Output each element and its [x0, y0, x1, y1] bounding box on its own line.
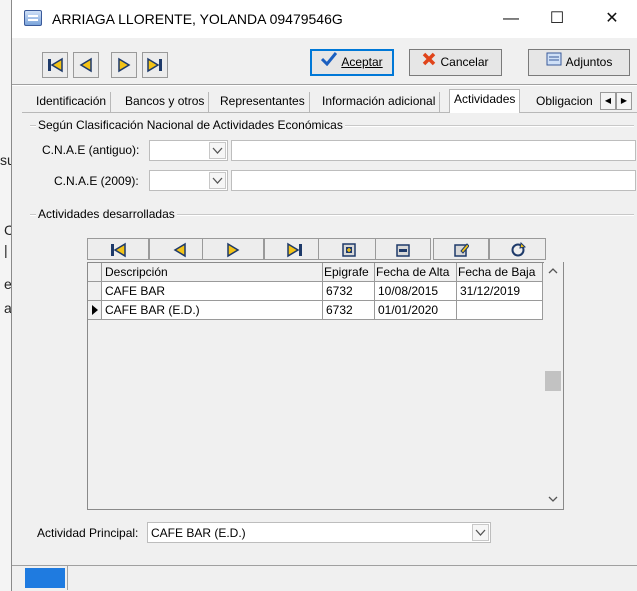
cnae-old-label: C.N.A.E (antiguo): [42, 143, 140, 157]
table-cell[interactable]: 01/01/2020 [375, 301, 457, 320]
attachments-button[interactable]: Adjuntos [528, 49, 630, 76]
column-header-fecha-baja[interactable]: Fecha de Baja [457, 263, 543, 282]
grid-edit-button[interactable] [433, 238, 489, 260]
minimize-button[interactable]: — [488, 4, 534, 34]
grid-next-button[interactable] [202, 238, 264, 260]
status-bar [12, 565, 637, 591]
cnae-2009-select[interactable] [149, 170, 228, 191]
table-cell[interactable]: 31/12/2019 [457, 282, 543, 301]
tab-scroll-right-icon[interactable]: ▶ [616, 92, 632, 110]
first-icon [111, 242, 126, 258]
window-title: ARRIAGA LLORENTE, YOLANDA 09479546G [52, 11, 343, 27]
column-header-fecha-alta[interactable]: Fecha de Alta [375, 263, 457, 282]
cnae-old-description[interactable] [231, 140, 636, 161]
first-record-button[interactable] [42, 52, 68, 78]
table-cell[interactable]: CAFE BAR [102, 282, 323, 301]
background-text: | [4, 242, 8, 258]
grid-insert-button[interactable] [318, 238, 380, 260]
principal-activity-select[interactable]: CAFE BAR (E.D.) [147, 522, 491, 543]
cnae-old-select[interactable] [149, 140, 228, 161]
row-indicator[interactable] [88, 282, 102, 301]
accept-button[interactable]: Aceptar [310, 49, 394, 76]
insert-record-icon [342, 243, 356, 257]
previous-icon [79, 57, 92, 73]
table-cell[interactable]: CAFE BAR (E.D.) [102, 301, 323, 320]
accept-label: Aceptar [341, 55, 383, 69]
table-cell[interactable]: 6732 [323, 282, 375, 301]
tab-identificacion[interactable]: Identificación [32, 92, 112, 112]
column-header-descripcion[interactable]: Descripción [102, 263, 323, 282]
activities-grid[interactable]: Descripción Epigrafe Fecha de Alta Fecha… [87, 262, 564, 510]
attachments-icon [546, 50, 562, 75]
scroll-down-icon[interactable] [547, 494, 559, 504]
grid-refresh-button[interactable] [489, 238, 546, 260]
current-row-indicator[interactable] [88, 301, 102, 320]
cnae-group-title: Según Clasificación Nacional de Activida… [36, 118, 345, 132]
scroll-up-icon[interactable] [547, 266, 559, 276]
last-record-button[interactable] [142, 52, 168, 78]
toolbar-separator [12, 84, 637, 86]
table-cell[interactable]: 6732 [323, 301, 375, 320]
last-icon [147, 57, 162, 73]
scrollbar-thumb[interactable] [545, 371, 561, 391]
attachments-label: Adjuntos [565, 55, 613, 69]
next-record-button[interactable] [111, 52, 137, 78]
first-icon [48, 57, 63, 73]
activities-group-title: Actividades desarrolladas [36, 207, 177, 221]
previous-record-button[interactable] [73, 52, 99, 78]
cancel-label: Cancelar [440, 55, 489, 69]
status-indicator [25, 568, 65, 588]
principal-activity-label: Actividad Principal: [37, 526, 139, 540]
tab-obligaciones[interactable]: Obligacion [532, 92, 598, 112]
close-button[interactable]: ✕ [589, 4, 635, 34]
column-header-epigrafe[interactable]: Epigrafe [323, 263, 375, 282]
maximize-button[interactable]: ☐ [534, 4, 580, 34]
previous-icon [173, 242, 186, 258]
grid-delete-button[interactable] [375, 238, 431, 260]
next-icon [118, 57, 131, 73]
tab-informacion-adicional[interactable]: Información adicional [318, 92, 441, 112]
chevron-down-icon[interactable] [209, 142, 226, 159]
chevron-down-icon[interactable] [472, 524, 489, 541]
tab-representantes[interactable]: Representantes [216, 92, 310, 112]
app-window-icon [24, 10, 42, 26]
grid-header-indicator [88, 263, 102, 282]
current-row-arrow-icon [92, 305, 98, 315]
last-icon [287, 242, 302, 258]
table-cell[interactable]: 10/08/2015 [375, 282, 457, 301]
refresh-records-icon [511, 241, 526, 257]
chevron-down-icon[interactable] [209, 172, 226, 189]
checkmark-icon [321, 50, 338, 75]
table-cell[interactable] [457, 301, 543, 320]
cancel-x-icon [422, 50, 436, 75]
tab-scroll-left-icon[interactable]: ◀ [600, 92, 616, 110]
delete-record-icon [396, 244, 410, 257]
tab-actividades[interactable]: Actividades [449, 89, 521, 113]
next-icon [227, 242, 240, 258]
edit-record-icon [454, 243, 470, 257]
activities-dialog: ARRIAGA LLORENTE, YOLANDA 09479546G — ☐ … [11, 0, 637, 591]
title-bar[interactable]: ARRIAGA LLORENTE, YOLANDA 09479546G — ☐ … [12, 0, 637, 38]
status-separator [67, 566, 68, 590]
principal-activity-value: CAFE BAR (E.D.) [151, 526, 246, 540]
cnae-2009-label: C.N.A.E (2009): [54, 174, 139, 188]
grid-last-button[interactable] [264, 238, 326, 260]
grid-first-button[interactable] [87, 238, 149, 260]
tab-bancos-y-otros[interactable]: Bancos y otros [121, 92, 210, 112]
cnae-2009-description[interactable] [231, 170, 636, 191]
cancel-button[interactable]: Cancelar [409, 49, 502, 76]
